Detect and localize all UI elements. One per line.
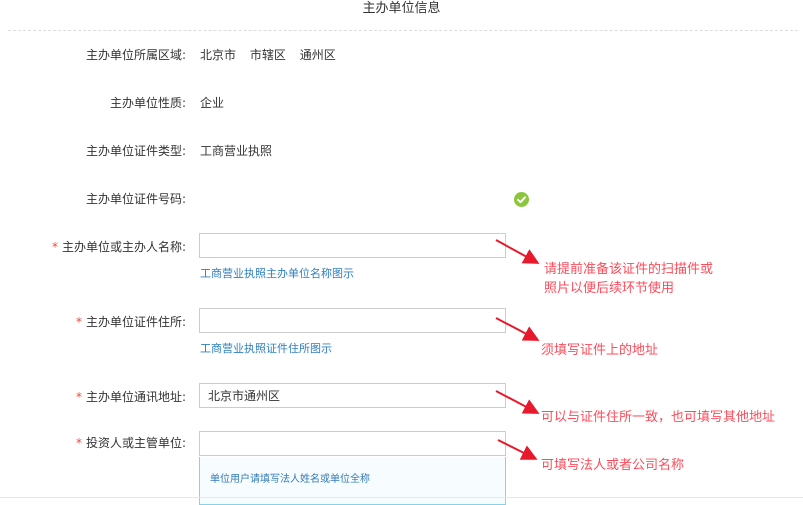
cert-address-example-link[interactable]: 工商营业执照证件住所图示 xyxy=(200,342,332,356)
region-district: 通州区 xyxy=(299,48,336,62)
host-name-label: * 主办单位或主办人名称: xyxy=(0,239,186,255)
investor-label-text: 投资人或主管单位: xyxy=(85,436,186,450)
bottom-divider xyxy=(0,497,803,498)
cert-address-label: * 主办单位证件住所: xyxy=(0,314,186,330)
section-divider xyxy=(8,30,798,31)
cert-address-label-text: 主办单位证件住所: xyxy=(85,315,186,329)
mail-address-label: * 主办单位通讯地址: xyxy=(0,389,186,405)
cert-address-input[interactable] xyxy=(199,308,506,333)
region-city: 市辖区 xyxy=(249,48,286,62)
annotation-host-name-line2: 照片以便后续环节使用 xyxy=(544,281,675,296)
annotation-mail-address: 可以与证件住所一致，也可填写其他地址 xyxy=(541,410,776,425)
cert-type-label: 主办单位证件类型: xyxy=(85,144,186,158)
section-title: 主办单位信息 xyxy=(362,1,441,16)
annotation-host-name-line1: 请提前准备该证件的扫描件或 xyxy=(544,262,714,277)
region-label: 主办单位所属区域: xyxy=(85,48,186,62)
nature-label: 主办单位性质: xyxy=(109,96,186,110)
host-name-input[interactable] xyxy=(199,233,506,258)
cert-type-value: 工商营业执照 xyxy=(200,144,273,158)
investor-label: * 投资人或主管单位: xyxy=(0,435,186,451)
investor-tip-text: 单位用户请填写法人姓名或单位全称 xyxy=(210,474,370,485)
mail-address-label-text: 主办单位通讯地址: xyxy=(85,390,186,404)
nature-value: 企业 xyxy=(200,96,225,110)
host-name-label-text: 主办单位或主办人名称: xyxy=(61,240,186,254)
check-circle-icon xyxy=(514,192,529,207)
cert-number-label: 主办单位证件号码: xyxy=(85,192,186,206)
required-mark: * xyxy=(51,240,58,254)
investor-input[interactable] xyxy=(199,431,506,456)
required-mark: * xyxy=(75,436,82,450)
host-name-example-link[interactable]: 工商营业执照主办单位名称图示 xyxy=(200,267,354,281)
region-province: 北京市 xyxy=(200,48,237,62)
required-mark: * xyxy=(75,390,82,404)
annotation-investor: 可填写法人或者公司名称 xyxy=(541,458,685,473)
region-value: 北京市 市辖区 通州区 xyxy=(200,47,346,63)
required-mark: * xyxy=(75,315,82,329)
annotation-cert-address: 须填写证件上的地址 xyxy=(541,343,659,358)
mail-address-input[interactable] xyxy=(199,383,506,408)
